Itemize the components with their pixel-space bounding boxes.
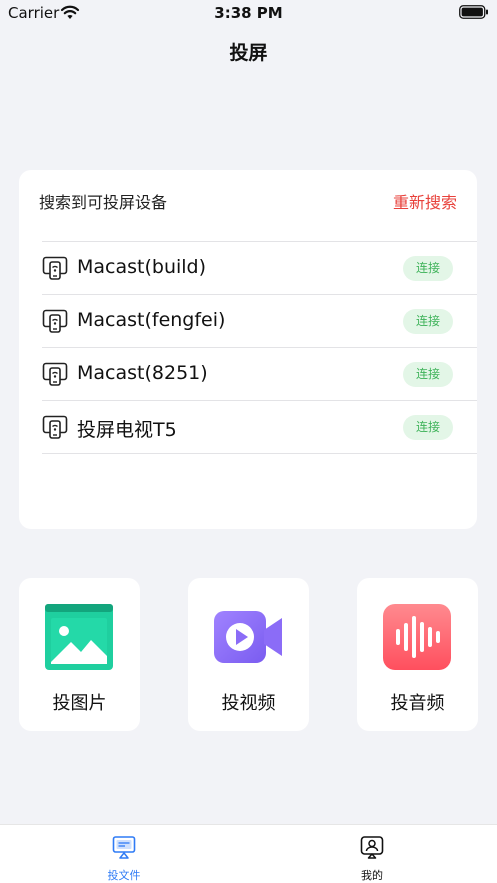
device-name: Macast(8251) <box>77 362 208 384</box>
cast-device-icon <box>42 309 68 333</box>
cast-image-tile[interactable]: 投图片 <box>19 578 140 731</box>
status-time: 3:38 PM <box>214 4 283 22</box>
cast-device-icon <box>42 362 68 386</box>
status-bar: Carrier 3:38 PM <box>0 0 497 26</box>
device-name: Macast(build) <box>77 256 207 278</box>
cast-device-icon <box>42 256 68 280</box>
image-icon <box>45 604 113 670</box>
battery-icon <box>459 5 488 19</box>
research-button[interactable]: 重新搜索 <box>393 189 457 213</box>
video-icon <box>214 611 282 663</box>
cast-audio-tile[interactable]: 投音频 <box>357 578 478 731</box>
device-list-card: 搜索到可投屏设备 重新搜索 Macast(build) 连接 Macast(fe… <box>19 170 477 529</box>
cast-file-icon <box>112 836 136 859</box>
audio-icon <box>383 604 451 670</box>
tile-label: 投图片 <box>52 693 107 714</box>
tab-cast-file[interactable]: 投文件 <box>0 825 248 883</box>
connect-button[interactable]: 连接 <box>403 415 453 440</box>
device-row[interactable]: Macast(fengfei) 连接 <box>42 295 477 348</box>
device-name: Macast(fengfei) <box>77 309 226 331</box>
device-row[interactable]: Macast(8251) 连接 <box>42 348 477 401</box>
tile-label: 投音频 <box>390 693 445 714</box>
cast-device-icon <box>42 415 68 439</box>
tab-label: 投文件 <box>107 869 141 882</box>
device-name: 投屏电视T5 <box>77 419 177 441</box>
connect-button[interactable]: 连接 <box>403 362 453 387</box>
device-list: Macast(build) 连接 Macast(fengfei) 连接 Maca… <box>42 241 477 454</box>
device-row[interactable]: 投屏电视T5 连接 <box>42 401 477 454</box>
page-title: 投屏 <box>229 42 268 64</box>
device-row[interactable]: Macast(build) 连接 <box>42 242 477 295</box>
cast-video-tile[interactable]: 投视频 <box>188 578 309 731</box>
tile-label: 投视频 <box>221 693 276 714</box>
cast-screen: Carrier 3:38 PM 投屏 搜索到可投屏设备 重新搜索 Macast(… <box>0 0 497 883</box>
tab-bar: 投文件 我的 <box>0 824 497 883</box>
tab-label: 我的 <box>361 869 383 882</box>
tab-profile[interactable]: 我的 <box>248 825 496 883</box>
connect-button[interactable]: 连接 <box>403 256 453 281</box>
card-title: 搜索到可投屏设备 <box>39 193 168 212</box>
profile-icon <box>360 836 384 859</box>
connect-button[interactable]: 连接 <box>403 309 453 334</box>
card-header: 搜索到可投屏设备 重新搜索 <box>19 170 477 230</box>
